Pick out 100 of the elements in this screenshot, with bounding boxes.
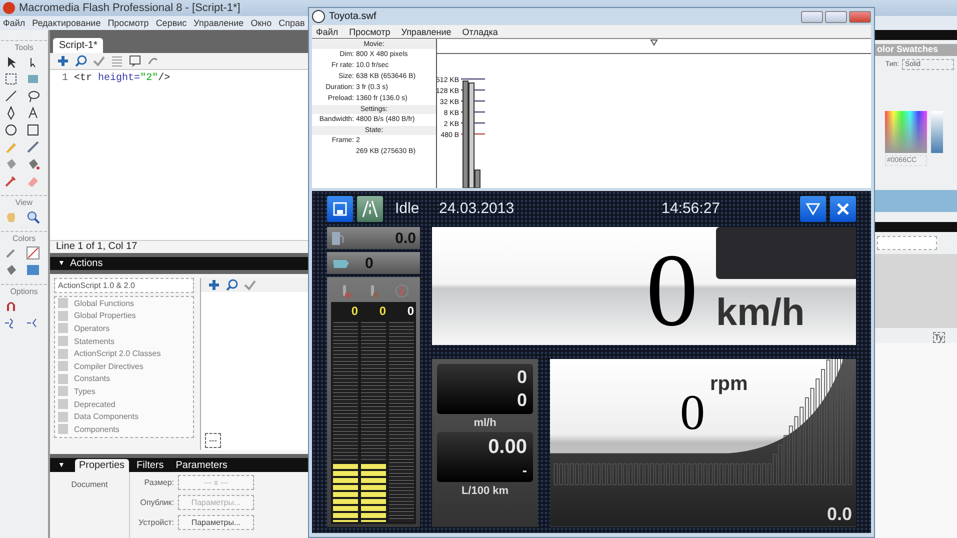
panel-tab[interactable]: Parameters — [172, 459, 232, 472]
menu-item[interactable]: Файл — [3, 18, 26, 28]
menu-item[interactable]: Справ — [278, 18, 305, 28]
dropdown-button[interactable] — [800, 196, 826, 222]
tools-section-label: Tools — [1, 40, 47, 52]
line-number: 1 — [62, 73, 68, 86]
no-color-swatch-icon[interactable] — [26, 246, 40, 260]
magnet-icon[interactable] — [4, 299, 18, 313]
actions-list-item[interactable]: Constants — [74, 374, 110, 384]
fill-swatch-icon[interactable] — [26, 263, 40, 277]
gauge-reading: 0 — [378, 304, 386, 320]
road-button[interactable] — [357, 196, 383, 222]
menu-item[interactable]: Сервис — [156, 18, 187, 28]
field-label: Размер: — [143, 478, 174, 486]
rectangle-icon[interactable] — [26, 123, 40, 137]
menu-item[interactable]: Окно — [250, 18, 272, 28]
color-spectrum[interactable] — [885, 111, 927, 153]
pin-tab[interactable]: --- — [205, 433, 221, 448]
frame-bar[interactable] — [468, 82, 474, 188]
book-icon — [58, 361, 68, 372]
actions-list-item[interactable]: Components — [74, 424, 120, 434]
frame-bar[interactable] — [462, 80, 468, 188]
fill-color-icon[interactable] — [4, 263, 18, 277]
book-icon — [58, 399, 68, 410]
flow-reading: 0 — [516, 389, 527, 412]
book-icon — [58, 412, 68, 422]
actions-list-item[interactable]: ActionScript 2.0 Classes — [74, 349, 161, 358]
view-section-label: View — [1, 195, 47, 207]
book-icon — [58, 298, 68, 308]
transform-icon[interactable] — [4, 72, 18, 86]
save-icon — [333, 202, 347, 216]
menu-item[interactable]: Просмотр — [349, 26, 390, 37]
panel-title: Actions — [70, 258, 103, 269]
text-tool-icon[interactable] — [26, 106, 40, 120]
menu-item[interactable]: Просмотр — [108, 18, 149, 28]
actions-list-item[interactable]: Global Properties — [74, 311, 136, 320]
brightness-bar[interactable] — [931, 111, 943, 153]
brush-icon[interactable] — [26, 140, 40, 154]
actions-list-item[interactable]: Compiler Directives — [74, 362, 144, 371]
rpm-reading: 0 — [680, 387, 705, 438]
flow-reading: 0 — [516, 366, 527, 390]
options-section-label: Options — [1, 284, 47, 296]
add-icon[interactable] — [56, 54, 70, 68]
flow-unit: ml/h — [472, 417, 498, 430]
triangle-icon — [805, 202, 821, 216]
actions-list-item[interactable]: Global Functions — [74, 298, 134, 308]
settings-button[interactable]: Параметры... — [178, 514, 254, 530]
menu-item[interactable]: Управление — [401, 26, 452, 37]
code-line: <tr height="2"/> — [74, 73, 170, 86]
maximize-button[interactable] — [825, 10, 847, 23]
actions-list-item[interactable]: Data Components — [74, 412, 138, 422]
menu-item[interactable]: Управление — [194, 18, 244, 28]
actions-list-item[interactable]: Deprecated — [74, 400, 116, 409]
actions-list-item[interactable]: Statements — [74, 336, 114, 346]
line-icon[interactable] — [4, 89, 18, 103]
book-icon — [58, 348, 68, 359]
document-label: Document — [50, 472, 130, 538]
book-icon — [58, 310, 68, 321]
road-icon — [361, 200, 379, 218]
engine-reading: 0 — [365, 254, 374, 272]
book-icon — [58, 374, 68, 384]
consumption-sub-reading: - — [521, 461, 527, 480]
check-icon[interactable] — [92, 54, 106, 68]
comment-icon[interactable] — [128, 54, 142, 68]
dropper-icon[interactable] — [4, 174, 18, 188]
actions-list-item[interactable]: Types — [74, 386, 96, 396]
search-icon[interactable] — [74, 54, 88, 68]
panel-tab[interactable]: Properties — [74, 459, 129, 472]
menu-item[interactable]: Файл — [316, 26, 338, 37]
search-icon[interactable] — [225, 278, 239, 292]
menu-item[interactable]: Отладка — [462, 26, 498, 37]
check-icon[interactable] — [243, 278, 257, 292]
panel-tab[interactable]: Filters — [132, 459, 168, 472]
gauge-reading: 0 — [350, 304, 358, 320]
rpm-value-text: 0.0 — [826, 504, 852, 525]
status-text: Idle — [395, 200, 420, 218]
colors-section-label: Colors — [1, 231, 47, 243]
zoom-icon[interactable] — [26, 210, 40, 224]
book-icon — [58, 424, 68, 434]
speed-unit: km/h — [716, 292, 806, 336]
oval-icon[interactable] — [4, 123, 18, 137]
add-icon[interactable] — [207, 278, 221, 292]
actions-list-item[interactable]: Operators — [74, 324, 110, 333]
menu-item[interactable]: Редактирование — [32, 18, 101, 28]
window-title: Toyota.swf — [329, 11, 376, 22]
book-icon — [58, 323, 68, 334]
version-dropdown[interactable]: ActionScript 1.0 & 2.0 — [54, 278, 194, 293]
rpm-unit: rpm — [710, 373, 748, 396]
time-text: 14:56:27 — [662, 200, 720, 218]
field-label: Устройст: — [138, 518, 174, 526]
fuel-pump-icon — [331, 230, 345, 246]
book-icon — [58, 336, 68, 346]
save-button[interactable] — [327, 196, 353, 222]
window-title: Macromedia Flash Professional 8 - [Script-1*] — [19, 2, 240, 14]
gauge-reading: 0 — [406, 304, 414, 320]
date-text: 24.03.2013 — [439, 200, 514, 218]
close-button[interactable] — [830, 196, 856, 222]
lasso-icon[interactable] — [26, 89, 40, 103]
minimize-button[interactable] — [801, 10, 823, 23]
script-tab[interactable]: Script-1* — [53, 38, 104, 53]
